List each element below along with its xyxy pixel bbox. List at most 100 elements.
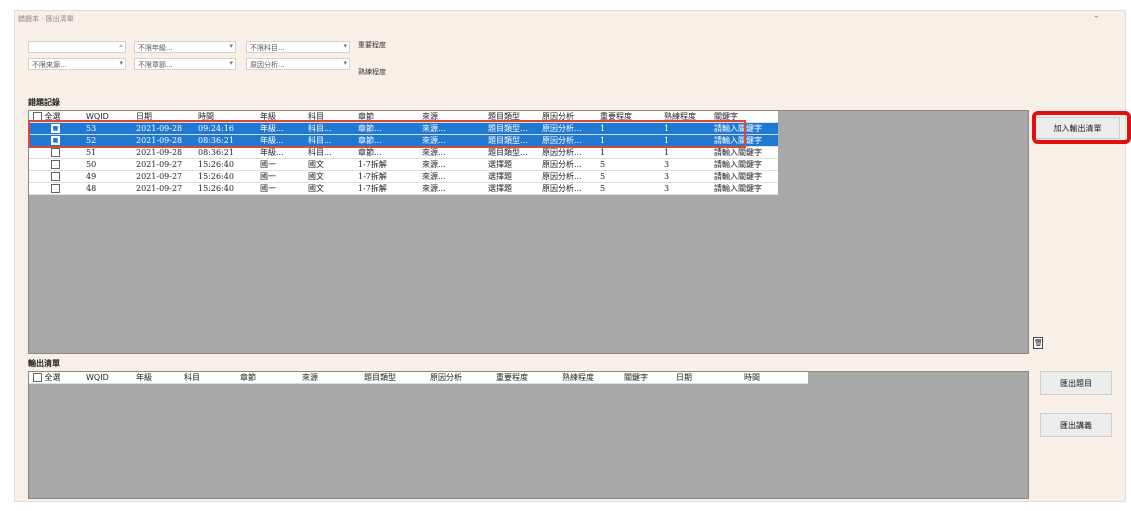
proficiency-star-rating[interactable]: ☆☆☆☆☆	[356, 76, 415, 88]
cell-chapter: 1-7拆解	[354, 170, 418, 183]
cell-source: 來源...	[418, 170, 484, 183]
row-checkbox-cell	[29, 182, 82, 195]
cell-importance: 5	[596, 170, 660, 183]
row-checkbox[interactable]	[51, 172, 60, 182]
table-row[interactable]: 50 2021-09-27 15:26:40 國一 國文 1-7拆解 來源... 選擇題 原因分…	[29, 158, 778, 171]
cell-subject: 科目...	[304, 146, 354, 159]
cell-proficiency: 1	[660, 146, 710, 159]
row-checkbox-cell	[29, 158, 82, 171]
column-header[interactable]: 全選	[29, 372, 82, 384]
cell-proficiency: 3	[660, 182, 710, 195]
table-row[interactable]: 48 2021-09-27 15:26:40 國一 國文 1-7拆解 來源... 選擇題 原因分…	[29, 182, 778, 195]
add-to-output-highlight	[1032, 111, 1131, 144]
export-notes-button[interactable]: 匯出講義	[1040, 413, 1112, 437]
cell-type: 選擇題	[484, 158, 538, 171]
table-row[interactable]: 49 2021-09-27 15:26:40 國一 國文 1-7拆解 來源... 選擇題 原因分…	[29, 170, 778, 183]
cell-keyword: 請輸入關鍵字	[710, 170, 778, 183]
cell-chapter: 章節...	[354, 146, 418, 159]
column-header[interactable]: 日期	[672, 372, 740, 384]
source-filter-select[interactable]: 不限來源... ▾	[28, 58, 126, 70]
importance-star-rating[interactable]: ☆☆☆☆☆	[356, 49, 415, 61]
search-icon[interactable]: ⌕	[119, 42, 123, 51]
chapter-filter-select[interactable]: 不限章節... ▾	[134, 58, 236, 70]
output-title: 輸出清單	[28, 359, 60, 368]
output-table: 全選 WQID 年級 科目 章節 來源 題目類型 原因分析 重要程度 熟練程度 關鍵字 日期 時間	[29, 372, 808, 384]
row-checkbox-cell	[29, 170, 82, 183]
select-all-checkbox[interactable]	[33, 373, 42, 382]
cell-type: 題目類型...	[484, 146, 538, 159]
row-checkbox[interactable]	[51, 148, 60, 158]
cell-subject: 國文	[304, 170, 354, 183]
cell-source: 來源...	[418, 158, 484, 171]
cell-grade: 年級...	[256, 146, 304, 159]
window-title: 錯題本 · 匯出清單	[18, 15, 74, 23]
cell-time: 15:26:40	[194, 170, 256, 183]
minimize-icon[interactable]: –	[1094, 12, 1099, 22]
output-grid[interactable]: 全選 WQID 年級 科目 章節 來源 題目類型 原因分析 重要程度 熟練程度 關鍵字 日期 時間	[28, 371, 1029, 499]
cell-keyword: 請輸入關鍵字	[710, 158, 778, 171]
column-header[interactable]: 年級	[132, 372, 180, 384]
cell-keyword: 請輸入關鍵字	[710, 182, 778, 195]
analysis-filter-select[interactable]: 原因分析... ▾	[246, 58, 350, 70]
cell-analysis: 原因分析...	[538, 158, 596, 171]
column-header[interactable]: 來源	[298, 372, 360, 384]
selected-rows-highlight	[28, 120, 746, 148]
cell-importance: 5	[596, 182, 660, 195]
column-header[interactable]: 重要程度	[492, 372, 558, 384]
cell-date: 2021-09-27	[132, 170, 194, 183]
output-header-row: 全選 WQID 年級 科目 章節 來源 題目類型 原因分析 重要程度 熟練程度 關鍵字 日期 時間	[29, 372, 808, 384]
cell-time: 08:36:21	[194, 146, 256, 159]
cell-date: 2021-09-28	[132, 146, 194, 159]
column-header[interactable]: 科目	[180, 372, 236, 384]
cell-type: 選擇題	[484, 170, 538, 183]
cell-chapter: 1-7拆解	[354, 182, 418, 195]
table-row[interactable]: 51 2021-09-28 08:36:21 年級... 科目... 章節... 來源...…	[29, 146, 778, 159]
cell-subject: 國文	[304, 158, 354, 171]
cell-importance: 5	[596, 158, 660, 171]
column-header[interactable]: 熟練程度	[558, 372, 620, 384]
cell-date: 2021-09-27	[132, 158, 194, 171]
grade-filter-select[interactable]: 不限年級... ▾	[134, 41, 236, 53]
chevron-down-icon: ▾	[343, 42, 347, 50]
cell-analysis: 原因分析...	[538, 182, 596, 195]
cell-analysis: 原因分析...	[538, 146, 596, 159]
cell-grade: 國一	[256, 182, 304, 195]
cell-type: 選擇題	[484, 182, 538, 195]
row-checkbox[interactable]	[51, 160, 60, 170]
row-checkbox-cell	[29, 146, 82, 159]
cell-source: 來源...	[418, 182, 484, 195]
row-checkbox[interactable]	[51, 184, 60, 194]
search-input[interactable]: ⌕	[28, 41, 126, 53]
cell-wqid: 51	[82, 146, 132, 159]
column-header[interactable]: 題目類型	[360, 372, 426, 384]
cell-importance: 1	[596, 146, 660, 159]
export-questions-button[interactable]: 匯出題目	[1040, 371, 1112, 395]
cell-grade: 國一	[256, 158, 304, 171]
cell-proficiency: 3	[660, 158, 710, 171]
cell-time: 15:26:40	[194, 182, 256, 195]
cell-grade: 國一	[256, 170, 304, 183]
column-header[interactable]: 關鍵字	[620, 372, 672, 384]
chevron-down-icon: ▾	[343, 59, 347, 67]
subject-filter-select[interactable]: 不限科目... ▾	[246, 41, 350, 53]
column-header[interactable]: 時間	[740, 372, 808, 384]
chevron-down-icon: ▾	[119, 59, 123, 67]
cell-date: 2021-09-27	[132, 182, 194, 195]
cell-wqid: 49	[82, 170, 132, 183]
cell-chapter: 1-7拆解	[354, 158, 418, 171]
chevron-down-icon: ▾	[229, 42, 233, 50]
cell-source: 來源...	[418, 146, 484, 159]
cell-wqid: 48	[82, 182, 132, 195]
cell-keyword: 請輸入關鍵字	[710, 146, 778, 159]
cell-wqid: 50	[82, 158, 132, 171]
cell-time: 15:26:40	[194, 158, 256, 171]
column-header[interactable]: WQID	[82, 372, 132, 384]
cell-proficiency: 3	[660, 170, 710, 183]
column-header[interactable]: 原因分析	[426, 372, 492, 384]
trash-icon[interactable]: 🗑	[1033, 337, 1043, 349]
chevron-down-icon: ▾	[229, 59, 233, 67]
records-title: 錯題記錄	[28, 98, 60, 107]
cell-analysis: 原因分析...	[538, 170, 596, 183]
cell-subject: 國文	[304, 182, 354, 195]
column-header[interactable]: 章節	[236, 372, 298, 384]
